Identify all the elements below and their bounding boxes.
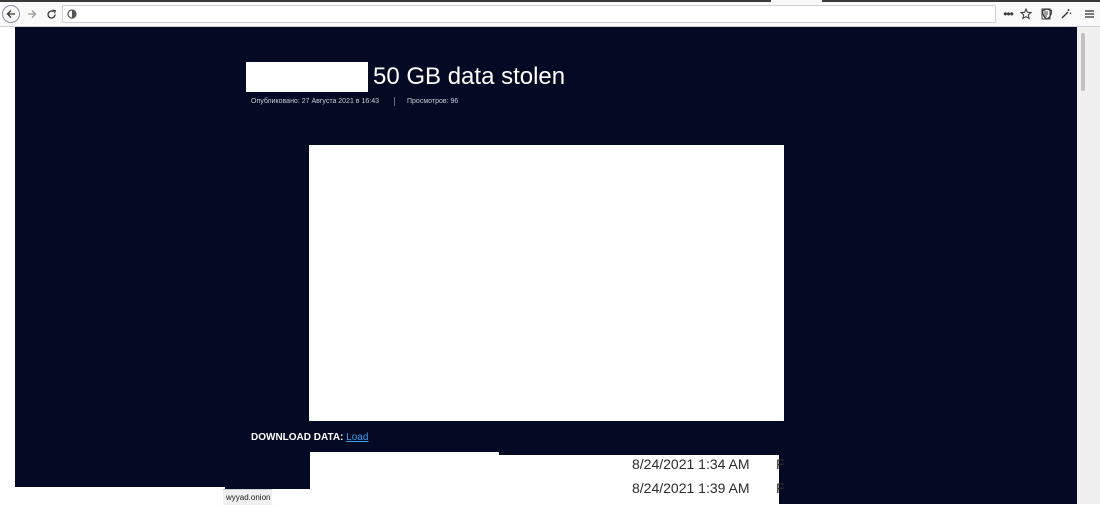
forward-button[interactable] [24,5,40,23]
file-date: 8/24/2021 1:34 AM [632,456,750,472]
hamburger-menu-icon [1084,10,1094,18]
menu-button[interactable] [1081,5,1097,23]
redacted-image [309,145,784,421]
site-identity-icon[interactable] [67,9,77,19]
tab-strip-line [0,0,771,2]
forward-arrow-icon [28,10,37,18]
reload-icon [46,9,56,19]
file-column-fragment: F [776,480,785,496]
shield-icon [1041,8,1053,20]
more-actions-icon: ••• [1003,7,1014,21]
more-actions-button[interactable]: ••• [1000,5,1016,23]
redacted-status-area [272,489,310,504]
file-column-fragment: F [776,456,785,472]
tab-strip-line [822,0,1100,2]
vertical-scrollbar[interactable] [1077,27,1100,504]
back-arrow-icon [6,10,15,18]
redacted-company-name [246,62,368,92]
published-date: Опубликовано: 27 Августа 2021 в 16:43 [251,98,379,105]
post-title: 50 GB data stolen [373,63,566,90]
download-section: DOWNLOAD DATA: Load [251,432,368,443]
reload-button[interactable] [43,5,59,23]
url-bar[interactable] [62,5,1051,23]
download-link[interactable]: Load [346,432,368,443]
redacted-screenshot-area [310,452,499,504]
star-icon [1020,8,1032,20]
view-count: Просмотров: 96 [407,98,459,105]
navigation-toolbar: ••• [0,3,1100,27]
back-button[interactable] [2,5,20,23]
tracking-protection-button[interactable] [1039,5,1055,23]
link-status-preview: wyyad.onion [223,489,274,505]
bookmark-button[interactable] [1018,5,1034,23]
redacted-status-area [0,487,225,504]
customize-button[interactable] [1058,5,1074,23]
meta-divider [394,97,395,106]
file-date: 8/24/2021 1:39 AM [632,480,750,496]
download-label: DOWNLOAD DATA: [251,432,344,443]
scrollbar-thumb[interactable] [1081,33,1085,91]
wand-icon [1061,9,1072,19]
